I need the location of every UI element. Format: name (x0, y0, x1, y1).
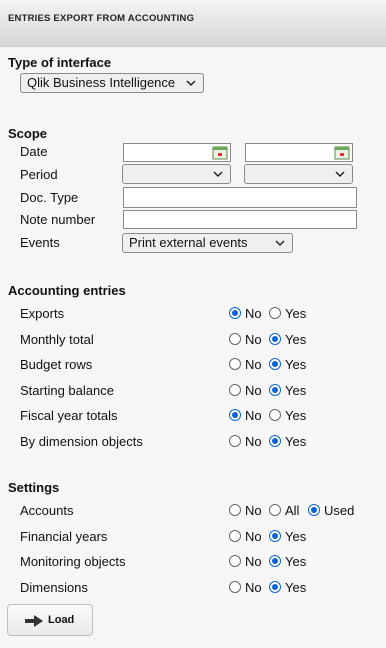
radio-button[interactable] (229, 530, 241, 542)
period-from-select[interactable] (122, 164, 231, 184)
option-label: Exports (20, 306, 65, 321)
radio-option-label: Yes (285, 357, 307, 372)
radio-button[interactable] (269, 358, 281, 370)
interface-type-value: Qlik Business Intelligence (27, 75, 176, 90)
radio-option-label: No (245, 357, 262, 372)
radio-button[interactable] (269, 435, 281, 447)
radio-button[interactable] (269, 384, 281, 396)
chevron-down-icon (275, 240, 285, 247)
radio-button[interactable] (269, 581, 281, 593)
radio-button[interactable] (229, 333, 241, 345)
period-to-select[interactable] (244, 164, 353, 184)
chevron-down-icon (186, 80, 196, 87)
radio-button[interactable] (308, 504, 320, 516)
arrow-right-icon (25, 615, 43, 627)
radio-option-label: Yes (285, 383, 307, 398)
radio-option-label: Yes (285, 332, 307, 347)
calendar-icon[interactable] (334, 145, 350, 160)
load-button-label: Load (48, 614, 75, 626)
radio-option-label: No (245, 306, 262, 321)
radio-button[interactable] (269, 409, 281, 421)
date-from-field[interactable] (123, 143, 231, 162)
section-title-scope: Scope (8, 126, 48, 141)
radio-button[interactable] (229, 384, 241, 396)
radio-button[interactable] (269, 504, 281, 516)
radio-option-label: No (245, 580, 262, 595)
radio-option-label: No (245, 332, 262, 347)
radio-option-label: Yes (285, 554, 307, 569)
radio-option-label: Used (324, 503, 355, 518)
note-number-field[interactable] (123, 210, 357, 229)
doc-type-label: Doc. Type (20, 190, 79, 205)
option-label: Budget rows (20, 357, 93, 372)
radio-option-label: Yes (285, 580, 307, 595)
section-title-accounting: Accounting entries (8, 283, 126, 298)
date-to-field[interactable] (245, 143, 353, 162)
date-label: Date (20, 144, 48, 159)
option-label: Monitoring objects (20, 554, 126, 569)
radio-button[interactable] (269, 333, 281, 345)
note-number-label: Note number (20, 212, 96, 227)
radio-option-label: No (245, 503, 262, 518)
radio-option-label: No (245, 529, 262, 544)
radio-button[interactable] (229, 358, 241, 370)
option-label: Monthly total (20, 332, 94, 347)
radio-option-label: Yes (285, 408, 307, 423)
chevron-down-icon (335, 171, 345, 178)
option-label: By dimension objects (20, 434, 143, 449)
radio-option-label: All (285, 503, 300, 518)
events-value: Print external events (129, 235, 248, 250)
events-select[interactable]: Print external events (122, 233, 293, 253)
radio-button[interactable] (229, 555, 241, 567)
option-label: Dimensions (20, 580, 88, 595)
panel-title: ENTRIES EXPORT FROM ACCOUNTING (8, 13, 195, 24)
radio-button[interactable] (229, 504, 241, 516)
interface-type-select[interactable]: Qlik Business Intelligence (20, 73, 204, 93)
section-title-interface: Type of interface (8, 55, 112, 70)
panel-header: ENTRIES EXPORT FROM ACCOUNTING (0, 0, 386, 47)
load-button[interactable]: Load (7, 604, 93, 636)
radio-option-label: No (245, 408, 262, 423)
radio-option-label: Yes (285, 529, 307, 544)
option-label: Starting balance (20, 383, 114, 398)
radio-option-label: Yes (285, 434, 307, 449)
radio-button[interactable] (269, 307, 281, 319)
radio-option-label: Yes (285, 306, 307, 321)
calendar-icon[interactable] (212, 145, 228, 160)
radio-option-label: No (245, 434, 262, 449)
radio-button[interactable] (269, 555, 281, 567)
radio-option-label: No (245, 383, 262, 398)
chevron-down-icon (213, 171, 223, 178)
radio-button[interactable] (229, 307, 241, 319)
section-title-settings: Settings (8, 480, 60, 495)
radio-button[interactable] (269, 530, 281, 542)
period-label: Period (20, 167, 58, 182)
events-label: Events (20, 235, 60, 250)
option-label: Accounts (20, 503, 74, 518)
doc-type-field[interactable] (123, 187, 357, 208)
radio-button[interactable] (229, 409, 241, 421)
radio-option-label: No (245, 554, 262, 569)
option-label: Fiscal year totals (20, 408, 118, 423)
option-label: Financial years (20, 529, 108, 544)
radio-button[interactable] (229, 581, 241, 593)
radio-button[interactable] (229, 435, 241, 447)
